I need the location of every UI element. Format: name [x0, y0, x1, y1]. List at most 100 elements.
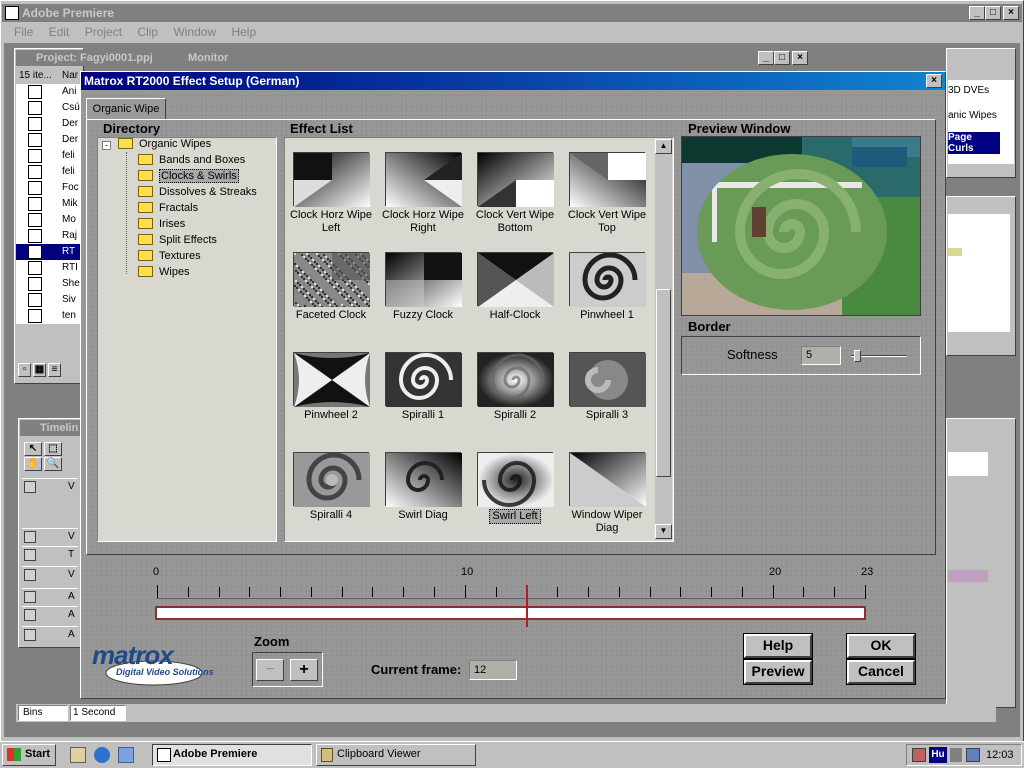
effect-thumbnail[interactable] — [569, 452, 646, 507]
project-item[interactable]: Raj — [16, 228, 80, 244]
tree-item[interactable]: Dissolves & Streaks — [128, 185, 257, 202]
monitor-close-button[interactable]: × — [792, 51, 808, 65]
project-item[interactable]: feli — [16, 164, 80, 180]
ok-button[interactable]: OK — [846, 633, 916, 659]
effect-label[interactable]: Fuzzy Clock — [375, 309, 471, 322]
softness-slider[interactable] — [851, 350, 909, 362]
menu-window[interactable]: Window — [173, 25, 216, 39]
timeline-track[interactable]: A — [22, 606, 78, 622]
menu-help[interactable]: Help — [231, 25, 256, 39]
effect-label[interactable]: Window Wiper Diag — [559, 509, 654, 535]
effect-thumbnail[interactable] — [477, 352, 554, 407]
effect-thumbnail[interactable] — [569, 152, 646, 207]
help-button[interactable]: Help — [743, 633, 813, 659]
transitions-item-selected[interactable]: Page Curls — [948, 132, 1000, 154]
timeline-track[interactable]: A — [22, 626, 78, 642]
project-item[interactable]: ten — [16, 308, 80, 324]
effect-thumbnail[interactable] — [293, 452, 370, 507]
collapse-icon[interactable]: - — [102, 141, 111, 150]
project-item[interactable]: Mik — [16, 196, 80, 212]
speaker-icon[interactable] — [24, 609, 36, 621]
project-item-selected[interactable]: RT — [16, 244, 80, 260]
tab-organic-wipe[interactable]: Organic Wipe — [86, 98, 166, 120]
frame-bar[interactable] — [155, 606, 866, 620]
effect-label[interactable]: Spiralli 4 — [286, 509, 379, 522]
effect-thumbnail[interactable] — [477, 252, 554, 307]
maximize-button[interactable]: □ — [985, 6, 1001, 20]
cancel-button[interactable]: Cancel — [846, 659, 916, 685]
bins-dropdown[interactable]: Bins — [18, 705, 68, 721]
tree-item[interactable]: Wipes — [128, 265, 190, 282]
effect-label[interactable]: Clock Vert Wipe Top — [559, 209, 654, 235]
transitions-item[interactable]: 3D DVEs — [948, 85, 989, 96]
eye-icon[interactable] — [24, 549, 36, 561]
softness-input[interactable]: 5 — [801, 346, 841, 365]
effect-label[interactable]: Spiralli 2 — [467, 409, 563, 422]
zoom-tool-icon[interactable]: 🔍 — [44, 457, 62, 471]
hand-tool-icon[interactable]: ✋ — [24, 457, 42, 471]
speaker-icon[interactable] — [24, 629, 36, 641]
current-frame-input[interactable]: 12 — [469, 660, 517, 680]
effect-thumbnail[interactable] — [385, 352, 462, 407]
tree-item[interactable]: Split Effects — [128, 233, 217, 250]
marquee-tool-icon[interactable]: ⬚ — [44, 442, 62, 456]
project-item[interactable]: Der — [16, 116, 80, 132]
effect-label[interactable]: Faceted Clock — [286, 309, 379, 322]
zoom-out-button[interactable]: − — [256, 659, 284, 681]
select-tool-icon[interactable]: ↖ — [24, 442, 42, 456]
effect-label[interactable]: Pinwheel 1 — [559, 309, 654, 322]
duration-dropdown[interactable]: 1 Second — [70, 705, 126, 721]
tree-item[interactable]: Clocks & Swirls — [128, 169, 239, 186]
effect-thumbnail[interactable] — [385, 252, 462, 307]
scroll-down-button[interactable]: ▼ — [655, 524, 672, 539]
effect-label[interactable]: Half-Clock — [467, 309, 563, 322]
project-item[interactable]: Foc — [16, 180, 80, 196]
effect-scrollbar[interactable]: ▲ ▼ — [655, 139, 672, 540]
tree-item[interactable]: Irises — [128, 217, 185, 234]
task-clipboard-viewer[interactable]: Clipboard Viewer — [316, 744, 476, 766]
effect-thumbnail[interactable] — [293, 352, 370, 407]
project-item[interactable]: Csú — [16, 100, 80, 116]
project-item[interactable]: Mo — [16, 212, 80, 228]
scroll-thumb[interactable] — [656, 289, 671, 477]
effect-thumbnail[interactable] — [385, 452, 462, 507]
slider-thumb[interactable] — [854, 350, 861, 362]
ie-icon[interactable] — [94, 747, 110, 763]
scroll-up-button[interactable]: ▲ — [655, 139, 672, 154]
timeline-track[interactable]: V — [22, 478, 78, 494]
language-indicator[interactable]: Hu — [929, 747, 947, 763]
desktop-icon[interactable] — [70, 747, 86, 763]
project-item[interactable]: RTI — [16, 260, 80, 276]
effect-thumbnail[interactable] — [569, 252, 646, 307]
list-view-button[interactable]: ≡ — [48, 363, 61, 377]
effect-label[interactable]: Clock Horz Wipe Left — [286, 209, 379, 235]
monitor-maximize-button[interactable]: □ — [774, 51, 790, 65]
effect-label[interactable]: Spiralli 1 — [375, 409, 471, 422]
close-button[interactable]: × — [1003, 6, 1019, 20]
thumb-view-button[interactable]: ▦ — [33, 363, 46, 377]
volume-icon[interactable] — [950, 748, 962, 762]
eye-icon[interactable] — [24, 531, 36, 543]
project-item[interactable]: Der — [16, 132, 80, 148]
speaker-icon[interactable] — [24, 591, 36, 603]
menu-project[interactable]: Project — [85, 25, 122, 39]
effect-thumbnail[interactable] — [385, 152, 462, 207]
effect-thumbnail[interactable] — [569, 352, 646, 407]
effect-thumbnail[interactable] — [293, 252, 371, 308]
effect-label[interactable]: Clock Horz Wipe Right — [375, 209, 471, 235]
menu-file[interactable]: File — [14, 25, 33, 39]
tree-item[interactable]: Fractals — [128, 201, 198, 218]
network-icon[interactable] — [912, 748, 926, 762]
monitor-icon[interactable] — [966, 748, 980, 762]
effect-thumbnail[interactable] — [293, 152, 370, 207]
menu-edit[interactable]: Edit — [49, 25, 70, 39]
project-item[interactable]: She — [16, 276, 80, 292]
project-item[interactable]: feli — [16, 148, 80, 164]
zoom-in-button[interactable]: + — [290, 659, 318, 681]
project-item[interactable]: Siv — [16, 292, 80, 308]
current-frame-marker[interactable] — [526, 585, 528, 627]
menu-clip[interactable]: Clip — [137, 25, 158, 39]
task-adobe-premiere[interactable]: Adobe Premiere — [152, 744, 312, 766]
timeline-track[interactable]: V — [22, 566, 78, 582]
effect-label[interactable]: Spiralli 3 — [559, 409, 654, 422]
